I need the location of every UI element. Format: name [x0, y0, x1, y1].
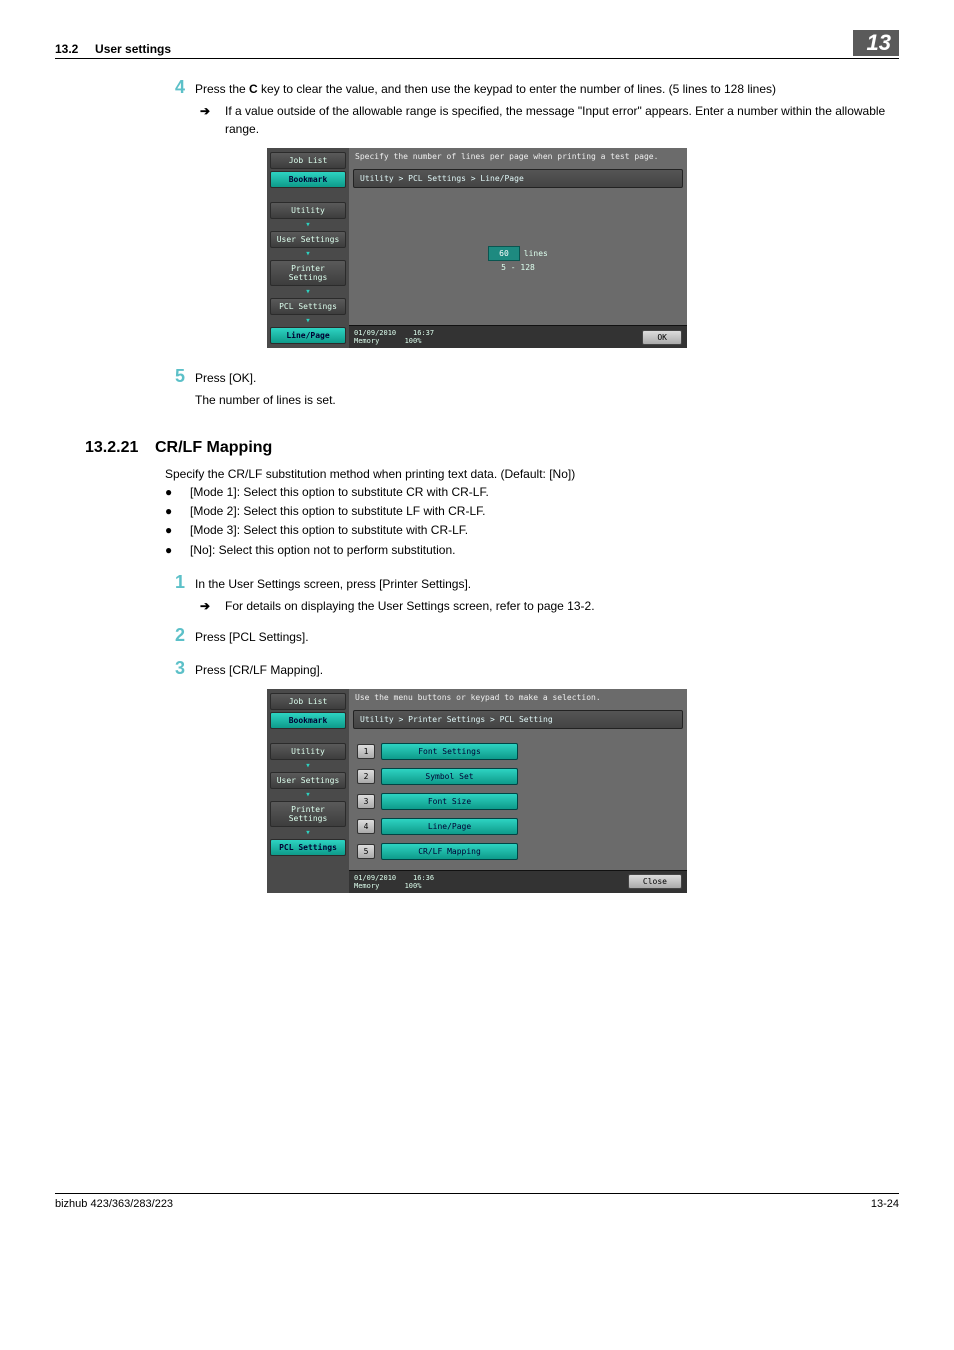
device-screen-linepage: Job List Bookmark Utility ▾ User Setting…: [267, 148, 687, 348]
step4-note-text: If a value outside of the allowable rang…: [225, 102, 899, 138]
screen1-mem-label: Memory: [354, 337, 379, 345]
bullet-item: ●[Mode 2]: Select this option to substit…: [165, 502, 899, 521]
page-footer: bizhub 423/363/283/223 13-24: [55, 1193, 899, 1210]
step-number: 5: [155, 366, 195, 387]
screen1-message: Specify the number of lines per page whe…: [349, 148, 687, 165]
chevron-down-icon: ▾: [270, 250, 346, 258]
step-b1-note: ➔ For details on displaying the User Set…: [200, 597, 899, 615]
section-intro: Specify the CR/LF substitution method wh…: [165, 465, 899, 483]
step5-after: The number of lines is set.: [195, 391, 899, 409]
bookmark-button[interactable]: Bookmark: [270, 171, 346, 188]
step-b3-text: Press [CR/LF Mapping].: [195, 658, 323, 679]
arrow-icon: ➔: [200, 597, 225, 615]
chevron-down-icon: ▾: [270, 829, 346, 837]
menu-item[interactable]: 5CR/LF Mapping: [357, 843, 518, 860]
utility-button[interactable]: Utility: [270, 202, 346, 219]
bookmark-button[interactable]: Bookmark: [270, 712, 346, 729]
page-header: 13.2 User settings 13: [55, 30, 899, 59]
step4-text-a: Press the: [195, 82, 249, 96]
footer-page: 13-24: [871, 1198, 899, 1210]
chevron-down-icon: ▾: [270, 317, 346, 325]
section-heading: 13.2.21 CR/LF Mapping: [85, 439, 899, 457]
step-5: 5 Press [OK].: [155, 366, 899, 387]
pcl-settings-button[interactable]: PCL Settings: [270, 298, 346, 315]
utility-button[interactable]: Utility: [270, 743, 346, 760]
screen2-time: 16:36: [413, 874, 434, 882]
screen1-time: 16:37: [413, 329, 434, 337]
screen2-mem-label: Memory: [354, 882, 379, 890]
step4-key: C: [249, 82, 258, 96]
step-number: 3: [155, 658, 195, 679]
step-4: 4 Press the C key to clear the value, an…: [155, 77, 899, 98]
screen1-mem-val: 100%: [405, 337, 422, 345]
ok-button[interactable]: OK: [642, 330, 682, 345]
close-button[interactable]: Close: [628, 874, 682, 889]
header-section-num: 13.2: [55, 42, 78, 56]
user-settings-button[interactable]: User Settings: [270, 231, 346, 248]
lines-range: 5 - 128: [501, 263, 535, 272]
line-page-button[interactable]: Line/Page: [270, 327, 346, 344]
user-settings-button[interactable]: User Settings: [270, 772, 346, 789]
printer-settings-button[interactable]: Printer Settings: [270, 801, 346, 827]
job-list-button[interactable]: Job List: [270, 152, 346, 169]
arrow-icon: ➔: [200, 102, 225, 138]
chevron-down-icon: ▾: [270, 762, 346, 770]
device-screen-pclsetting: Job List Bookmark Utility ▾ User Setting…: [267, 689, 687, 893]
step4-text-b: key to clear the value, and then use the…: [258, 82, 776, 96]
step-b2: 2 Press [PCL Settings].: [155, 625, 899, 646]
screen2-message: Use the menu buttons or keypad to make a…: [349, 689, 687, 706]
section-title: CR/LF Mapping: [155, 439, 272, 457]
bullet-item: ●[Mode 1]: Select this option to substit…: [165, 483, 899, 502]
screen1-date: 01/09/2010: [354, 329, 396, 337]
breadcrumb: Utility > Printer Settings > PCL Setting: [353, 710, 683, 729]
screen2-mem-val: 100%: [405, 882, 422, 890]
bullet-item: ●[Mode 3]: Select this option to substit…: [165, 521, 899, 540]
chevron-down-icon: ▾: [270, 791, 346, 799]
lines-value[interactable]: 60: [488, 246, 520, 261]
menu-item[interactable]: 3Font Size: [357, 793, 518, 810]
step-b1: 1 In the User Settings screen, press [Pr…: [155, 572, 899, 593]
screen2-date: 01/09/2010: [354, 874, 396, 882]
bullet-item: ●[No]: Select this option not to perform…: [165, 541, 899, 560]
section-number: 13.2.21: [85, 439, 155, 457]
lines-unit: lines: [524, 249, 548, 258]
step-b3: 3 Press [CR/LF Mapping].: [155, 658, 899, 679]
step-b1-note-text: For details on displaying the User Setti…: [225, 597, 595, 615]
menu-item[interactable]: 1Font Settings: [357, 743, 518, 760]
step-number: 2: [155, 625, 195, 646]
menu-item[interactable]: 4Line/Page: [357, 818, 518, 835]
job-list-button[interactable]: Job List: [270, 693, 346, 710]
step-number: 1: [155, 572, 195, 593]
chevron-down-icon: ▾: [270, 221, 346, 229]
chevron-down-icon: ▾: [270, 288, 346, 296]
breadcrumb: Utility > PCL Settings > Line/Page: [353, 169, 683, 188]
step-b1-text: In the User Settings screen, press [Prin…: [195, 572, 471, 593]
chapter-badge: 13: [853, 30, 899, 56]
step-number: 4: [155, 77, 195, 98]
step4-note: ➔ If a value outside of the allowable ra…: [200, 102, 899, 138]
step5-text: Press [OK].: [195, 366, 256, 387]
header-section-title: User settings: [95, 42, 171, 56]
printer-settings-button[interactable]: Printer Settings: [270, 260, 346, 286]
footer-model: bizhub 423/363/283/223: [55, 1198, 173, 1210]
menu-item[interactable]: 2Symbol Set: [357, 768, 518, 785]
step-b2-text: Press [PCL Settings].: [195, 625, 309, 646]
pcl-settings-button[interactable]: PCL Settings: [270, 839, 346, 856]
